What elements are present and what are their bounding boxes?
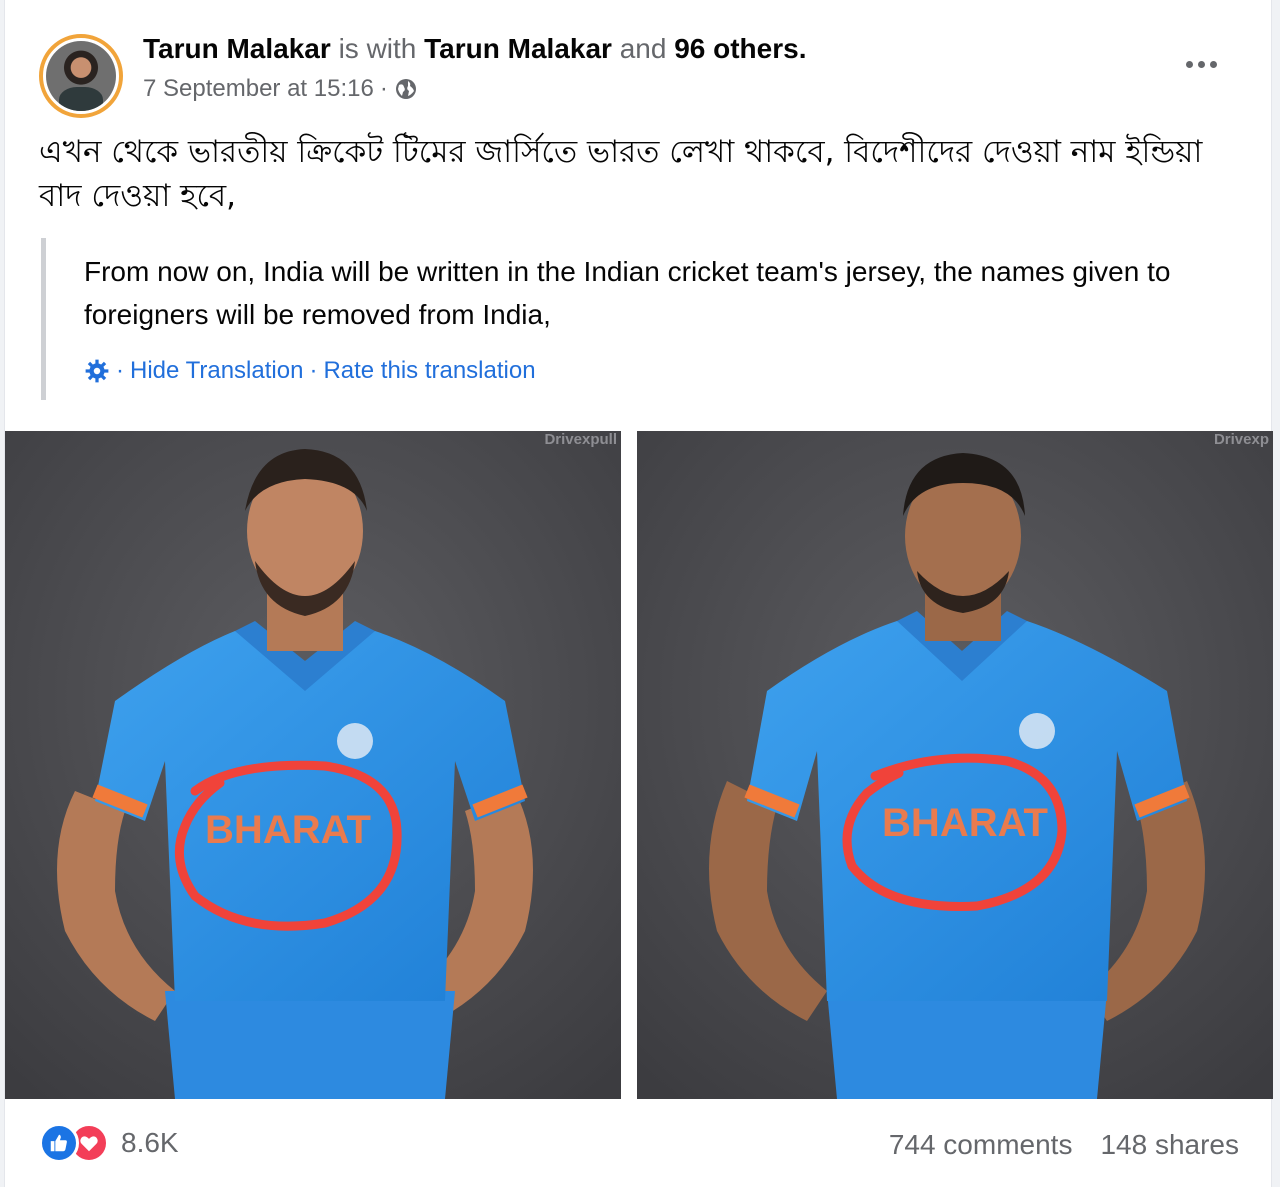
more-dot-icon (1185, 60, 1193, 68)
like-icon (39, 1123, 79, 1163)
photo-watermark: Drivexpull (544, 431, 617, 448)
jersey-text: BHARAT (882, 801, 1048, 845)
more-options-button[interactable] (1179, 46, 1223, 82)
author-avatar[interactable] (39, 34, 123, 118)
translation-separator: · (116, 357, 124, 384)
more-dot-icon (1197, 60, 1205, 68)
translation-block: From now on, India will be written in th… (41, 238, 1241, 400)
post-text: এখন থেকে ভারতীয় ক্রিকেট টিমের জার্সিতে … (39, 134, 1203, 214)
globe-icon[interactable] (394, 77, 418, 101)
hide-translation-link[interactable]: Hide Translation (130, 356, 303, 386)
photo-grid: BHARAT Drivexpull BHARAT Drivexp (5, 431, 1273, 1099)
translation-separator: · (309, 357, 318, 384)
post-author-line: Tarun Malakar is with Tarun Malakar and … (143, 30, 806, 68)
jersey-text: BHARAT (205, 808, 371, 852)
comments-count[interactable]: 744 comments (889, 1129, 1073, 1161)
meta-separator: · (379, 75, 388, 102)
with-label: is with (338, 33, 417, 64)
post-photo-2[interactable]: BHARAT Drivexp (637, 431, 1273, 1099)
shares-count[interactable]: 148 shares (1100, 1129, 1239, 1161)
post-footer: 8.6K 744 comments 148 shares (5, 1099, 1273, 1187)
tagged-others[interactable]: 96 others. (674, 33, 806, 64)
feed-post: Tarun Malakar is with Tarun Malakar and … (4, 0, 1273, 1187)
gear-icon[interactable] (84, 358, 110, 384)
rate-translation-link[interactable]: Rate this translation (323, 356, 535, 386)
reactions-summary[interactable]: 8.6K (39, 1123, 179, 1163)
author-name[interactable]: Tarun Malakar (143, 33, 331, 64)
photo-watermark: Drivexp (1213, 431, 1269, 448)
reaction-count[interactable]: 8.6K (121, 1127, 179, 1159)
post-stats: 744 comments 148 shares (889, 1129, 1239, 1161)
more-dot-icon (1209, 60, 1217, 68)
post-meta: 7 September at 15:16 · (143, 72, 418, 106)
post-header: Tarun Malakar is with Tarun Malakar and … (39, 28, 1231, 118)
avatar-image (46, 41, 116, 111)
translation-actions: · Hide Translation · Rate this translati… (84, 356, 536, 386)
tagged-name[interactable]: Tarun Malakar (424, 33, 612, 64)
translated-text: From now on, India will be written in th… (84, 256, 1171, 330)
post-photo-1[interactable]: BHARAT Drivexpull (5, 431, 621, 1099)
and-label: and (619, 33, 667, 64)
post-timestamp[interactable]: 7 September at 15:16 (143, 72, 374, 106)
